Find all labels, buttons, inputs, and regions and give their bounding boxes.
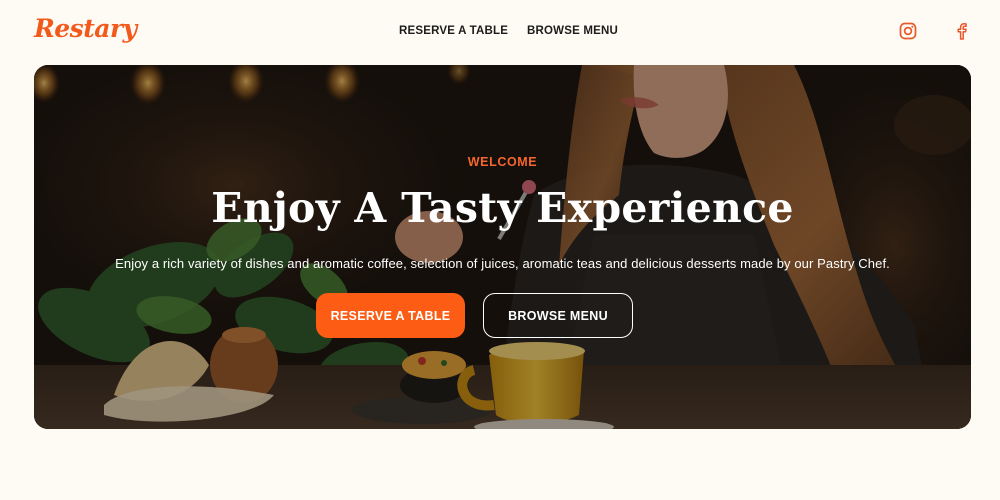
site-header: Restary RESERVE A TABLE BROWSE MENU <box>0 0 1000 65</box>
hero-title: Enjoy A Tasty Experience <box>211 184 794 232</box>
main-nav: RESERVE A TABLE BROWSE MENU <box>0 25 1000 41</box>
hero-banner: WELCOME Enjoy A Tasty Experience Enjoy a… <box>34 65 971 429</box>
hero-subtitle: Enjoy a rich variety of dishes and aroma… <box>115 256 890 271</box>
facebook-icon[interactable] <box>953 22 971 40</box>
browse-menu-button[interactable]: BROWSE MENU <box>483 293 633 338</box>
nav-browse-menu-link[interactable]: BROWSE MENU <box>527 25 618 37</box>
hero-dark-overlay <box>34 65 971 429</box>
reserve-table-button[interactable]: RESERVE A TABLE <box>316 293 465 338</box>
instagram-icon[interactable] <box>899 22 917 40</box>
hero-eyebrow: WELCOME <box>467 155 538 169</box>
nav-reserve-table-link[interactable]: RESERVE A TABLE <box>399 25 508 37</box>
